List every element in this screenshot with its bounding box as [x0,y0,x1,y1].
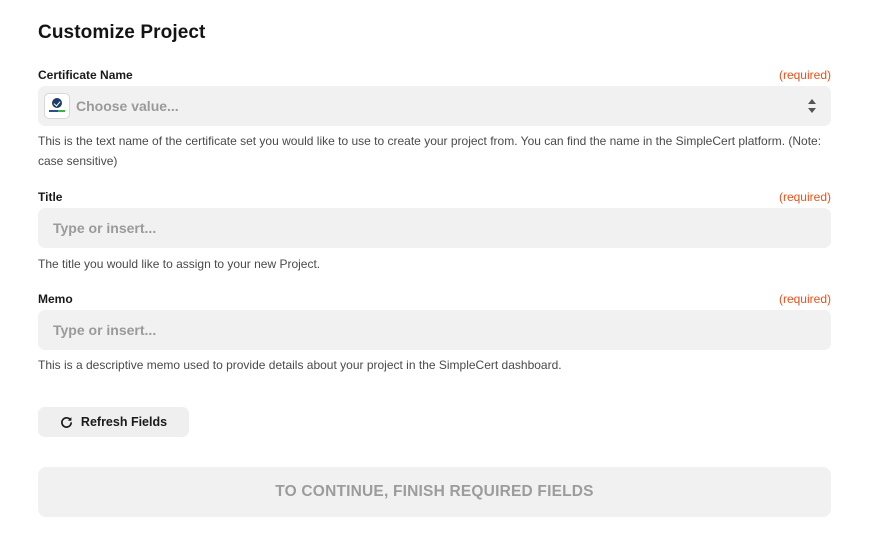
refresh-icon [60,416,72,428]
memo-required-tag: (required) [778,292,831,306]
continue-button-label: TO CONTINUE, FINISH REQUIRED FIELDS [275,483,594,500]
certificate-name-select[interactable]: Choose value... [38,86,831,126]
title-placeholder: Type or insert... [53,220,157,236]
memo-placeholder: Type or insert... [53,322,157,338]
certificate-name-help: This is the text name of the certificate… [38,134,822,168]
memo-help: This is a descriptive memo used to provi… [38,358,562,372]
certificate-name-required-tag: (required) [778,68,831,82]
title-label: Title [38,190,63,204]
title-label-row: Title (required) [38,189,831,205]
title-help: The title you would like to assign to yo… [38,257,321,271]
refresh-fields-button[interactable]: Refresh Fields [38,407,189,437]
title-input[interactable]: Type or insert... [38,208,831,248]
chevron-up-down-icon[interactable] [807,98,817,114]
memo-label: Memo [38,292,73,306]
memo-label-row: Memo (required) [38,291,831,307]
simplecert-app-icon [44,93,70,119]
certificate-name-label: Certificate Name [38,68,133,82]
refresh-fields-label: Refresh Fields [80,415,168,429]
title-required-tag: (required) [778,190,831,204]
certificate-name-placeholder: Choose value... [76,98,179,114]
continue-button[interactable]: TO CONTINUE, FINISH REQUIRED FIELDS [38,467,831,517]
page-title: Customize Project [38,22,206,43]
certificate-name-label-row: Certificate Name (required) [38,67,831,83]
memo-input[interactable]: Type or insert... [38,310,831,350]
